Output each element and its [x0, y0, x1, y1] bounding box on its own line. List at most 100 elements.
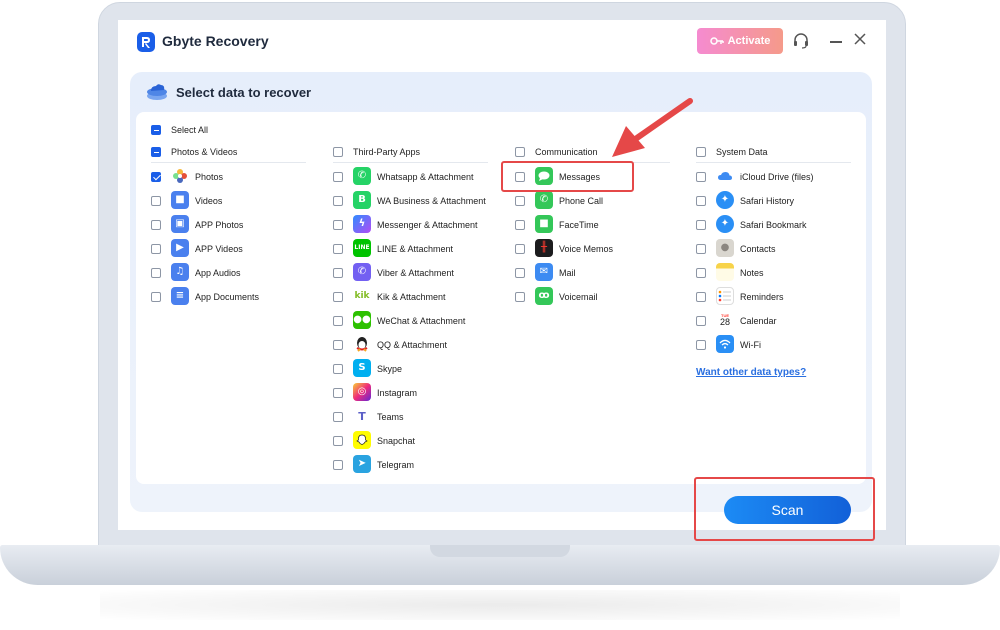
app-documents-icon: ≡ — [171, 287, 189, 305]
item-label: Teams — [377, 412, 404, 422]
app-title: Gbyte Recovery — [162, 33, 269, 49]
item-label: Photos — [195, 172, 224, 182]
photos-icon — [171, 167, 189, 185]
viber-checkbox[interactable] — [333, 268, 343, 278]
messenger-icon: ϟ — [353, 215, 371, 233]
safari-history-checkbox[interactable] — [696, 196, 706, 206]
telegram-checkbox[interactable] — [333, 460, 343, 470]
divider — [151, 162, 306, 163]
item-label: Videos — [195, 196, 223, 206]
item-label: Notes — [740, 268, 764, 278]
item-label: Calendar — [740, 316, 777, 326]
safari-bookmark-checkbox[interactable] — [696, 220, 706, 230]
other-data-types-link[interactable]: Want other data types? — [696, 367, 806, 378]
whatsapp-checkbox[interactable] — [333, 172, 343, 182]
safari-bookmark-icon: ✦ — [716, 215, 734, 233]
item-label: Messenger & Attachment — [377, 220, 478, 230]
wechat-checkbox[interactable] — [333, 316, 343, 326]
instagram-checkbox[interactable] — [333, 388, 343, 398]
icloud-icon — [716, 167, 734, 185]
third-party-checkbox[interactable] — [333, 147, 343, 157]
system-data-checkbox[interactable] — [696, 147, 706, 157]
app-photos-checkbox[interactable] — [151, 220, 161, 230]
videos-checkbox[interactable] — [151, 196, 161, 206]
item-label: iCloud Drive (files) — [740, 172, 814, 182]
wechat-icon: ●● — [353, 311, 371, 329]
voice-memos-checkbox[interactable] — [515, 244, 525, 254]
mail-icon: ✉ — [535, 263, 553, 281]
laptop-notch — [430, 545, 570, 557]
system-data-header: System Data — [716, 147, 768, 157]
app-documents-checkbox[interactable] — [151, 292, 161, 302]
item-label: Instagram — [377, 388, 418, 398]
videos-icon: ■ — [171, 191, 189, 209]
item-label: Phone Call — [559, 196, 604, 206]
item-label: Safari History — [740, 196, 795, 206]
item-label: APP Videos — [195, 244, 243, 254]
item-label: Voicemail — [559, 292, 598, 302]
item-label: Viber & Attachment — [377, 268, 454, 278]
panel-header: Select data to recover — [130, 72, 872, 116]
skype-icon: S — [353, 359, 371, 377]
gbyte-logo-icon — [137, 32, 155, 52]
telegram-icon: ➤ — [353, 455, 371, 473]
wifi-checkbox[interactable] — [696, 340, 706, 350]
activate-label: Activate — [727, 35, 771, 47]
item-label: FaceTime — [559, 220, 599, 230]
divider — [696, 162, 851, 163]
item-label: WeChat & Attachment — [377, 316, 466, 326]
divider — [333, 162, 488, 163]
minimize-icon[interactable] — [830, 41, 842, 43]
item-label: Mail — [559, 268, 576, 278]
item-label: WA Business & Attachment — [377, 196, 486, 206]
app-audios-icon: ♫ — [171, 263, 189, 281]
snapchat-checkbox[interactable] — [333, 436, 343, 446]
contacts-checkbox[interactable] — [696, 244, 706, 254]
messenger-checkbox[interactable] — [333, 220, 343, 230]
calendar-checkbox[interactable] — [696, 316, 706, 326]
app-audios-checkbox[interactable] — [151, 268, 161, 278]
select-all-checkbox[interactable] — [151, 125, 161, 135]
kik-checkbox[interactable] — [333, 292, 343, 302]
wifi-icon — [716, 335, 734, 353]
calendar-icon: TUE 28 — [716, 311, 734, 329]
icloud-checkbox[interactable] — [696, 172, 706, 182]
qq-checkbox[interactable] — [333, 340, 343, 350]
phone-call-checkbox[interactable] — [515, 196, 525, 206]
communication-checkbox[interactable] — [515, 147, 525, 157]
facetime-icon: ■ — [535, 215, 553, 233]
skype-checkbox[interactable] — [333, 364, 343, 374]
cloud-stack-icon — [147, 84, 167, 100]
voicemail-checkbox[interactable] — [515, 292, 525, 302]
activate-button[interactable]: Activate — [697, 28, 783, 54]
teams-checkbox[interactable] — [333, 412, 343, 422]
wa-business-icon: B — [353, 191, 371, 209]
photos-checkbox[interactable] — [151, 172, 161, 182]
line-checkbox[interactable] — [333, 244, 343, 254]
item-label: QQ & Attachment — [377, 340, 448, 350]
wa-business-checkbox[interactable] — [333, 196, 343, 206]
reminders-icon — [716, 287, 734, 305]
app-videos-checkbox[interactable] — [151, 244, 161, 254]
facetime-checkbox[interactable] — [515, 220, 525, 230]
select-all-label: Select All — [171, 125, 209, 135]
headset-icon[interactable] — [792, 32, 810, 50]
qq-icon — [353, 335, 371, 353]
key-icon — [709, 37, 724, 45]
mail-checkbox[interactable] — [515, 268, 525, 278]
safari-history-icon: ✦ — [716, 191, 734, 209]
app-window: Gbyte Recovery Activate Select data to r… — [118, 20, 886, 530]
app-photos-icon: ▣ — [171, 215, 189, 233]
communication-header: Communication — [535, 147, 598, 157]
item-label: Telegram — [377, 460, 415, 470]
photos-videos-checkbox[interactable] — [151, 147, 161, 157]
whatsapp-icon: ✆ — [353, 167, 371, 185]
item-label: Whatsapp & Attachment — [377, 172, 474, 182]
item-label: Snapchat — [377, 436, 416, 446]
close-icon[interactable] — [853, 32, 867, 46]
photos-videos-header: Photos & Videos — [171, 147, 238, 157]
third-party-header: Third-Party Apps — [353, 147, 421, 157]
messages-highlight-box — [501, 161, 634, 192]
reminders-checkbox[interactable] — [696, 292, 706, 302]
notes-checkbox[interactable] — [696, 268, 706, 278]
